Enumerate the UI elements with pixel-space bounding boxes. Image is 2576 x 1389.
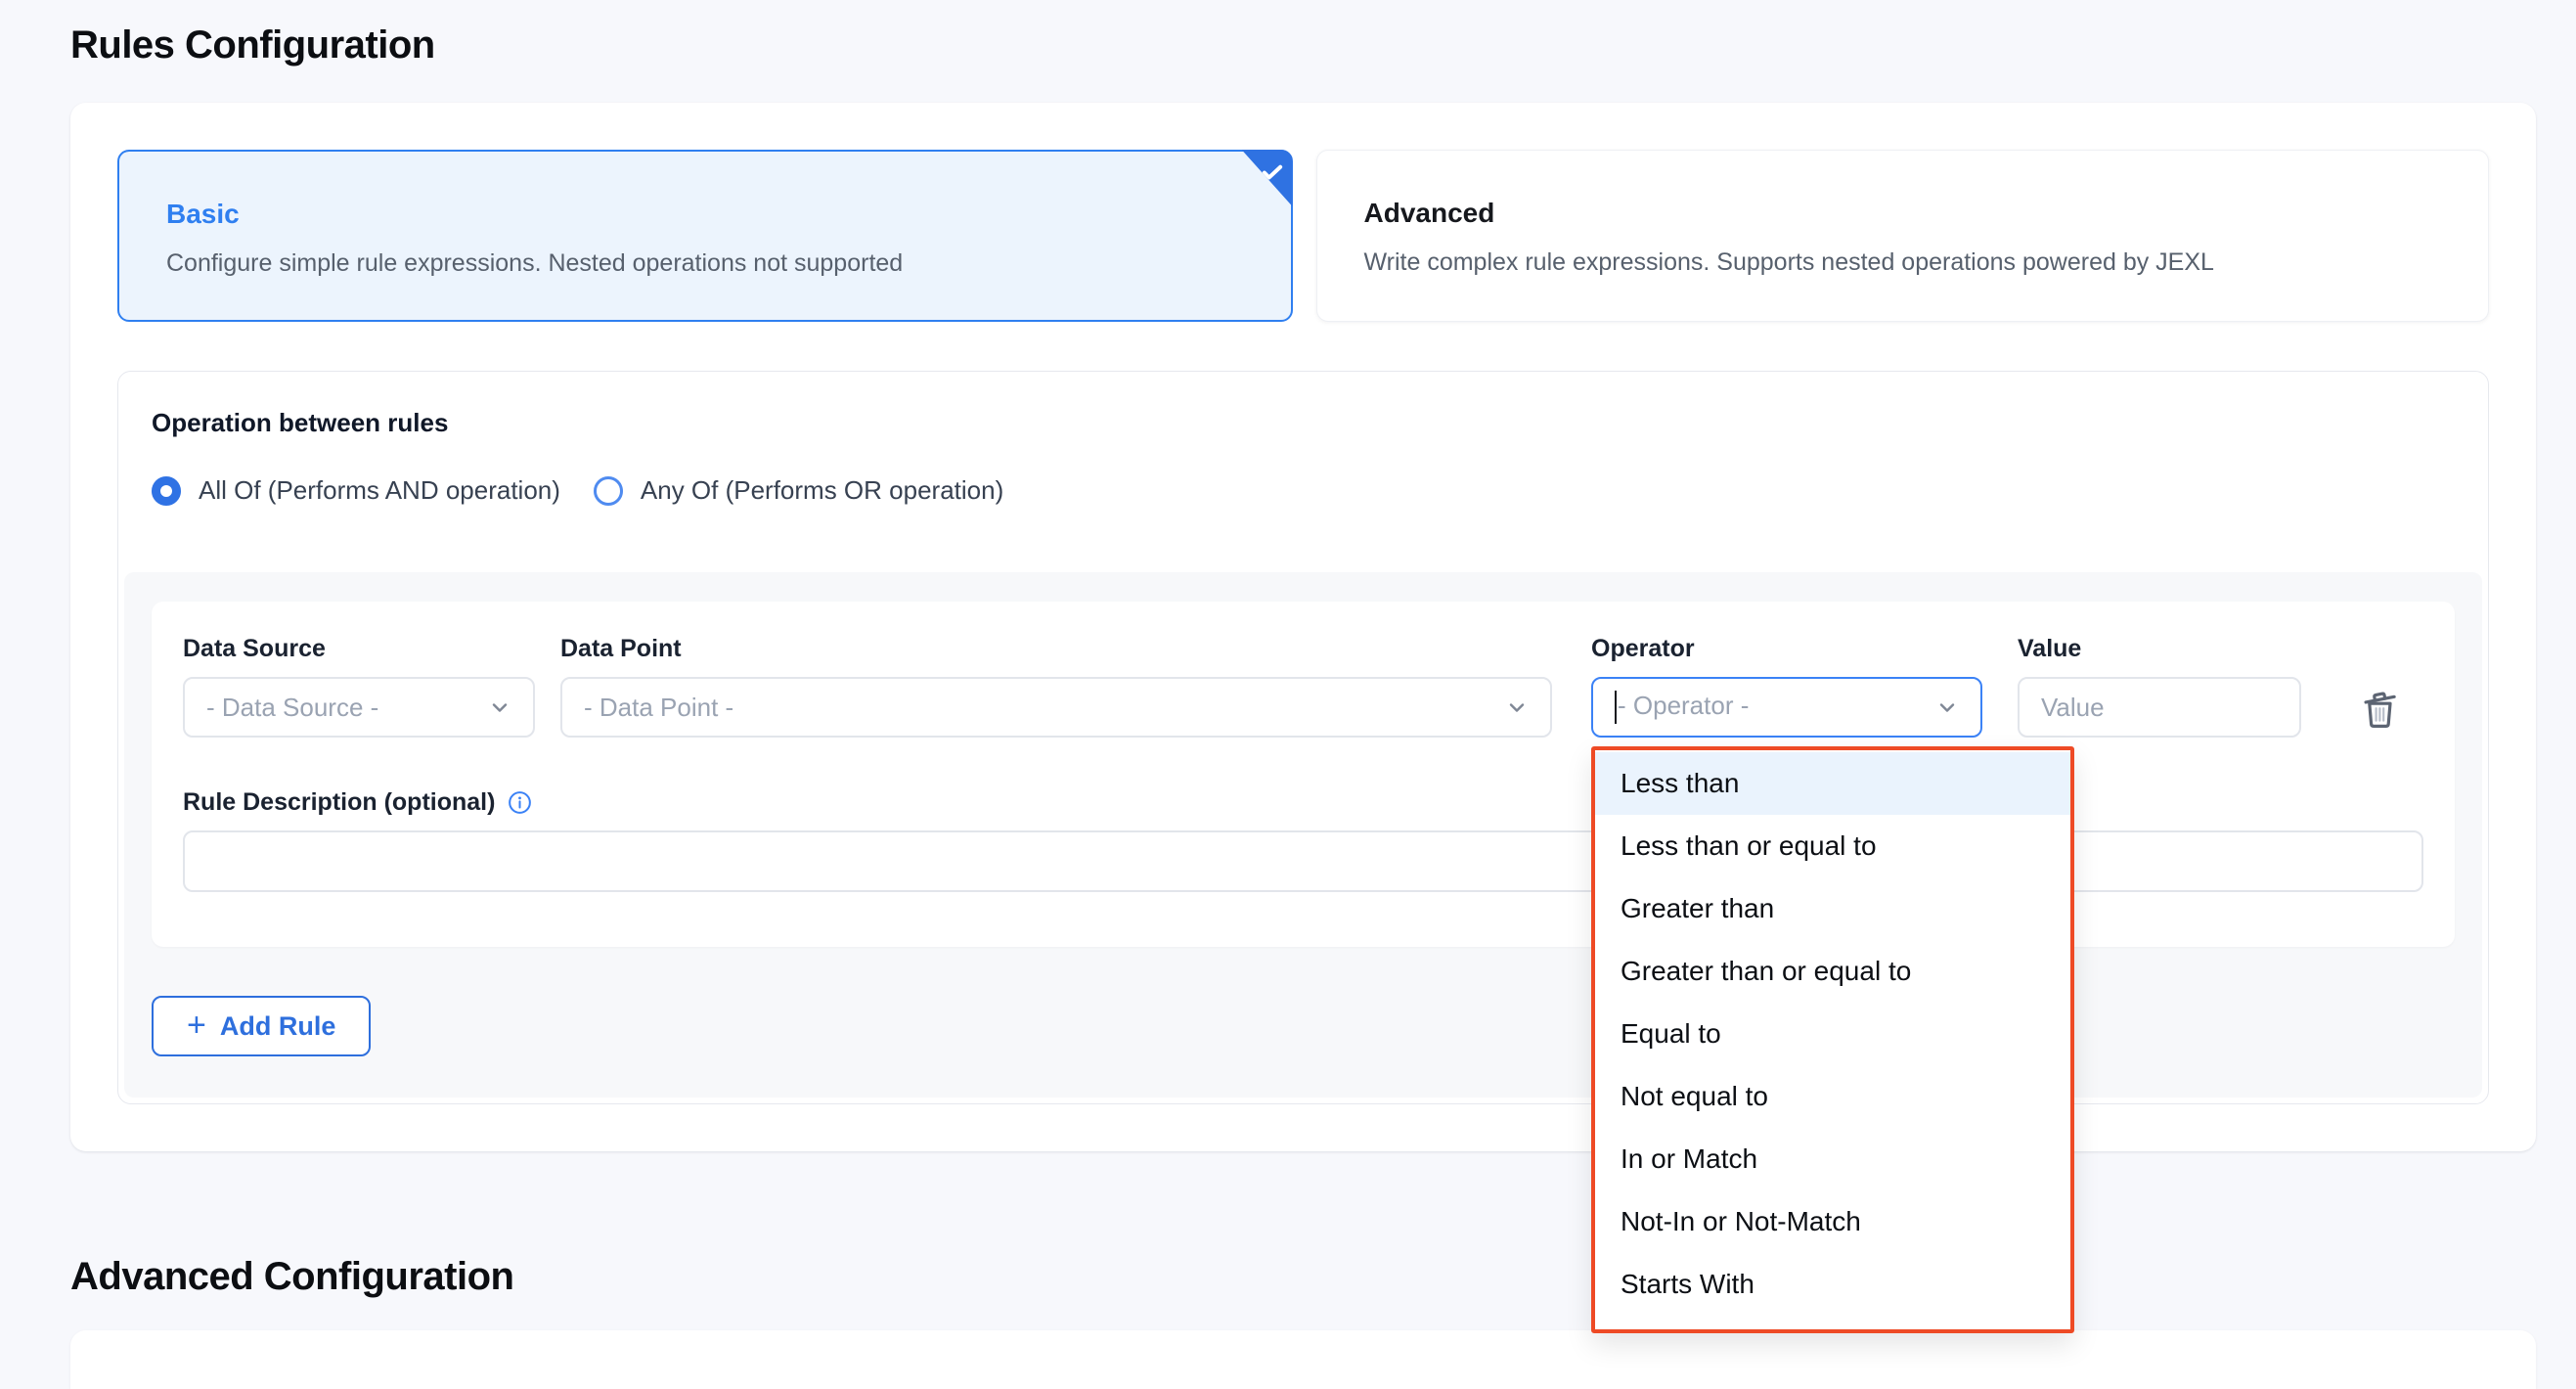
operator-option[interactable]: Less than: [1595, 752, 2070, 815]
operator-option[interactable]: Greater than: [1595, 877, 2070, 940]
data-source-placeholder: - Data Source -: [206, 693, 378, 723]
check-icon: [1259, 158, 1286, 186]
rules-configuration-card: Basic Configure simple rule expressions.…: [70, 103, 2536, 1151]
radio-selected-icon[interactable]: [152, 476, 181, 506]
trash-icon: [2356, 685, 2403, 732]
tab-basic-description: Configure simple rule expressions. Neste…: [166, 249, 1244, 278]
value-label: Value: [2018, 635, 2301, 663]
operator-option[interactable]: Not equal to: [1595, 1065, 2070, 1128]
tab-basic-title: Basic: [166, 199, 1244, 230]
rule-description-label: Rule Description (optional): [183, 788, 2423, 817]
radio-any-of[interactable]: Any Of (Performs OR operation): [594, 475, 1003, 506]
add-rule-button[interactable]: + Add Rule: [152, 996, 371, 1056]
data-point-placeholder: - Data Point -: [584, 693, 733, 723]
operator-option[interactable]: Equal to: [1595, 1003, 2070, 1065]
operator-option[interactable]: In or Match: [1595, 1128, 2070, 1190]
operator-dropdown: Less than Less than or equal to Greater …: [1591, 746, 2074, 1333]
operator-option[interactable]: Less than or equal to: [1595, 815, 2070, 877]
rules-configuration-page: Rules Configuration Basic Configure simp…: [0, 0, 2576, 1389]
advanced-configuration-title: Advanced Configuration: [70, 1255, 2506, 1299]
radio-any-of-label: Any Of (Performs OR operation): [641, 475, 1003, 506]
rule-description-input[interactable]: [183, 830, 2423, 892]
data-source-select[interactable]: - Data Source -: [183, 677, 535, 738]
rule-description-row: Rule Description (optional): [183, 788, 2423, 892]
delete-rule-button[interactable]: [2352, 681, 2407, 736]
operation-section: Operation between rules All Of (Performs…: [124, 378, 2482, 572]
selected-corner-badge: [1242, 150, 1293, 206]
plus-icon: +: [187, 1008, 206, 1042]
rules-builder: Operation between rules All Of (Performs…: [117, 371, 2489, 1104]
radio-all-of[interactable]: All Of (Performs AND operation): [152, 475, 560, 506]
tab-advanced[interactable]: Advanced Write complex rule expressions.…: [1316, 150, 2490, 322]
text-caret: [1615, 691, 1617, 724]
advanced-configuration-card: [70, 1330, 2536, 1389]
radio-unselected-icon[interactable]: [594, 476, 623, 506]
mode-tabs: Basic Configure simple rule expressions.…: [117, 150, 2489, 322]
radio-all-of-label: All Of (Performs AND operation): [199, 475, 560, 506]
data-point-select[interactable]: - Data Point -: [560, 677, 1552, 738]
operator-option[interactable]: Starts With: [1595, 1253, 2070, 1316]
operator-select[interactable]: - Operator -: [1591, 677, 1982, 738]
tab-advanced-description: Write complex rule expressions. Supports…: [1364, 248, 2442, 277]
rule-fields-row: Data Source - Data Source - Data Point -…: [183, 635, 2423, 738]
rules-list-panel: Data Source - Data Source - Data Point -…: [124, 572, 2482, 1098]
add-rule-label: Add Rule: [220, 1011, 336, 1042]
operation-label: Operation between rules: [152, 408, 2455, 438]
tab-advanced-title: Advanced: [1364, 198, 2442, 229]
operation-radio-group: All Of (Performs AND operation) Any Of (…: [152, 475, 2455, 506]
page-title: Rules Configuration: [70, 23, 2506, 67]
chevron-down-icon: [1505, 695, 1529, 719]
operator-option[interactable]: Greater than or equal to: [1595, 940, 2070, 1003]
operator-option[interactable]: Not-In or Not-Match: [1595, 1190, 2070, 1253]
chevron-down-icon: [1935, 695, 1959, 719]
tab-basic[interactable]: Basic Configure simple rule expressions.…: [117, 150, 1293, 322]
rule-row: Data Source - Data Source - Data Point -…: [152, 602, 2455, 947]
value-input[interactable]: [2018, 677, 2301, 738]
data-point-label: Data Point: [560, 635, 1552, 663]
chevron-down-icon: [488, 695, 511, 719]
operator-label: Operator: [1591, 635, 1982, 663]
info-icon[interactable]: [507, 789, 533, 816]
data-source-label: Data Source: [183, 635, 535, 663]
operator-placeholder: - Operator -: [1618, 691, 1749, 720]
